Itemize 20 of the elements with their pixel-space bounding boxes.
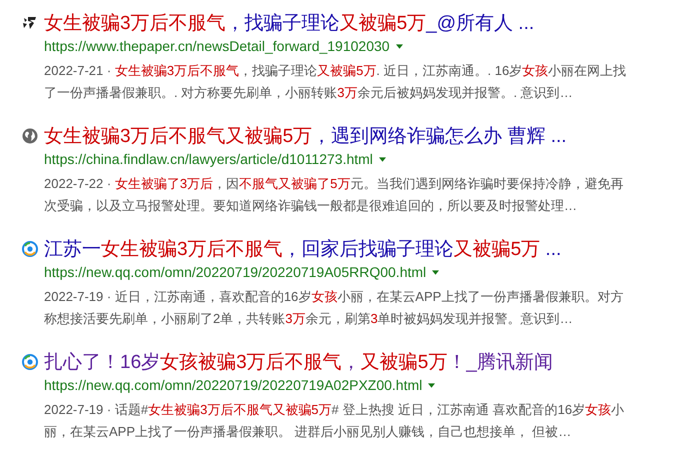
- result-title-link[interactable]: 女生被骗3万后不服气，找骗子理论又被骗5万_@所有人 ...: [44, 10, 534, 36]
- result-snippet: 2022-7-19 · 话题#女生被骗3万后不服气又被骗5万# 登上热搜 近日，江苏南通 喜欢配音的16岁女孩小丽，在某云APP上找了一份声播暑假兼职。 进群后小丽见别人赚钱，自己也想接单， 但被…: [44, 401, 626, 441]
- result-url-link[interactable]: https://china.findlaw.cn/lawyers/article/d1011273.html: [44, 151, 373, 167]
- caret-icon[interactable]: [428, 382, 436, 388]
- result-url-link[interactable]: https://new.qq.com/omn/20220719/20220719A05RRQ00.html: [44, 264, 426, 280]
- caret-icon[interactable]: [432, 270, 440, 274]
- news-logo-icon: [22, 241, 38, 257]
- caret-icon[interactable]: [396, 44, 403, 48]
- brush-logo-icon: [22, 15, 38, 31]
- result-snippet: 2022-7-21 · 女生被骗3万后不服气，找骗子理论又被骗5万. 近日，江苏南通。. 16岁女孩小丽在网上找了一份声播暑假兼职。. 对方称要先刷单，小丽转账3万余元后被妈妈发现并报警。. 意识到…: [44, 62, 628, 102]
- result-url-link[interactable]: https://new.qq.com/omn/20220719/20220719A02PXZ00.html: [44, 377, 422, 393]
- news-logo-icon: [22, 354, 38, 370]
- result-title-link[interactable]: 女生被骗3万后不服气又被骗5万，遇到网络诈骗怎么办 曹辉 ...: [44, 123, 567, 149]
- result-snippet: 2022-7-22 · 女生被骗了3万后，因不服气又被骗了5万元。当我们遇到网络诈骗时要保持冷静，避免再次受骗，以及立马报警处理。要知道网络诈骗钱一般都是很难追回的，所以要及时报警处理…: [44, 175, 624, 215]
- result-title-link[interactable]: 江苏一女生被骗3万后不服气，回家后找骗子理论又被骗5万 ...: [44, 236, 562, 262]
- result-url-link[interactable]: https://www.thepaper.cn/newsDetail_forward_19102030: [44, 38, 390, 54]
- globe-icon: [22, 128, 38, 144]
- result-title-link[interactable]: 扎心了！16岁女孩被骗3万后不服气，又被骗5万！_腾讯新闻: [44, 349, 553, 375]
- result-snippet: 2022-7-19 · 近日，江苏南通，喜欢配音的16岁女孩小丽，在某云APP上找了一份声播暑假兼职。对方称想接活要先刷单，小丽刷了2单，共转账3万余元，刷第3单时被妈妈发现并报警。意识到…: [44, 288, 624, 328]
- caret-icon[interactable]: [378, 156, 386, 162]
